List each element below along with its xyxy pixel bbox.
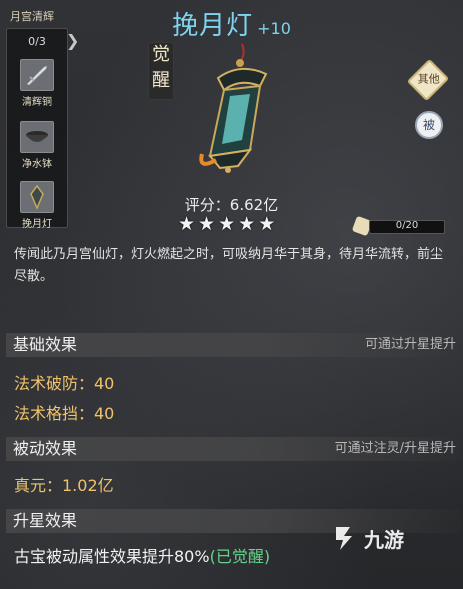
set-item-label: 清辉铜 [22, 97, 52, 108]
dagger-icon [20, 59, 54, 91]
shard-progress-text: 0/20 [395, 220, 419, 231]
stat-spell-block: 法术格挡：40 [14, 404, 115, 423]
set-item-label: 挽月灯 [22, 219, 52, 230]
watermark-text: 九游 [364, 527, 404, 552]
passive-effects-header: 被动效果 可通过注灵/升星提升 [6, 437, 462, 461]
item-title-row: 挽月灯 +10 [0, 5, 463, 42]
basic-effects-header: 基础效果 可通过升星提升 [6, 333, 462, 357]
star-effect-desc: 古宝被动属性效果提升80% [14, 547, 210, 566]
shard-progress-bar: 0/20 [369, 220, 445, 234]
star-rating: ★ ★ ★ ★ ★ [178, 214, 288, 234]
awaken-badge: 觉醒 [148, 42, 174, 100]
basic-effects-title: 基础效果 [13, 335, 78, 354]
item-description: 传闻此乃月宫仙灯，灯火燃起之时，可吸纳月华于其身，待月华流转，前尘尽散。 [14, 247, 444, 284]
set-item-qinghuitong[interactable]: 清辉铜 [19, 59, 55, 108]
set-item-jingshuibo[interactable]: 净水钵 [19, 121, 55, 170]
star-effect-text: 古宝被动属性效果提升80%(已觉醒) [14, 543, 270, 567]
site-watermark: 九游 [330, 518, 450, 558]
star-icon: ★ [198, 213, 216, 235]
basic-effects-hint: 可通过升星提升 [364, 337, 456, 352]
lantern-artwork [180, 40, 290, 180]
awakened-tag: (已觉醒) [209, 547, 271, 566]
star-icon: ★ [178, 213, 196, 235]
star-icon: ★ [218, 213, 236, 235]
enhance-level: +10 [257, 19, 291, 38]
star-effects-title: 升星效果 [13, 511, 78, 530]
star-icon: ★ [258, 213, 276, 235]
star-icon: ★ [238, 213, 256, 235]
type-badge-label: 其他 [417, 72, 440, 86]
bowl-icon [20, 121, 54, 153]
stat-true-essence: 真元：1.02亿 [14, 476, 114, 495]
watermark-logo-icon [336, 527, 352, 550]
passive-effects-title: 被动效果 [13, 439, 78, 458]
stat-spell-penetration: 法术破防：40 [14, 374, 115, 393]
score: 评分：6.62亿 [184, 196, 279, 214]
passive-badge: 被 [415, 111, 443, 139]
passive-effects-hint: 可通过注灵/升星提升 [334, 441, 456, 456]
item-name: 挽月灯 [172, 11, 254, 41]
set-item-label: 净水钵 [22, 159, 52, 170]
